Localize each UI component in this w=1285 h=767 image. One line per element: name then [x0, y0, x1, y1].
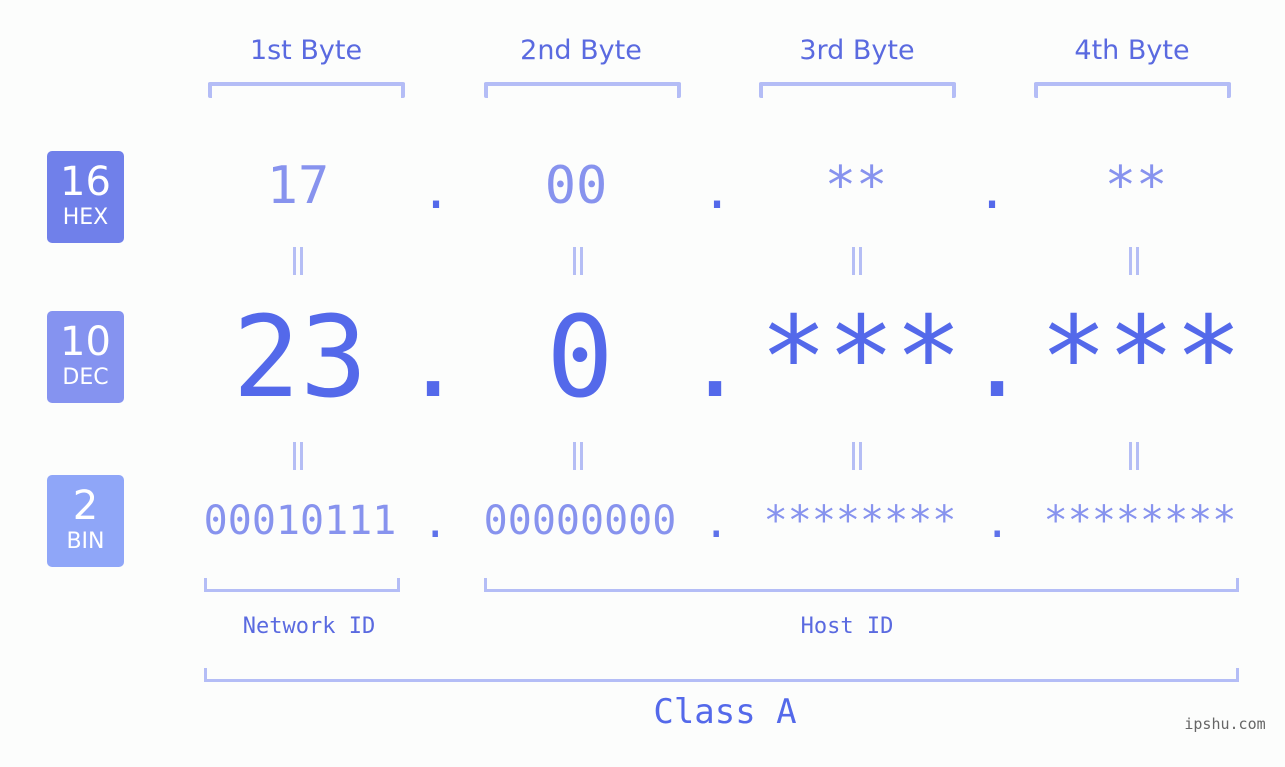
equals-icon: [573, 247, 583, 275]
dec-byte-4: ***: [1039, 293, 1243, 423]
bin-dot-3: .: [984, 497, 1011, 548]
equals-icon: [852, 247, 862, 275]
class-bracket: [204, 668, 1239, 682]
dec-byte-3: ***: [759, 293, 963, 423]
hex-dot-1: .: [421, 162, 452, 220]
dec-byte-1: 23: [232, 293, 368, 423]
byte-header-2: 2nd Byte: [520, 35, 642, 66]
network-id-bracket: [204, 578, 400, 592]
equals-icon: [293, 247, 303, 275]
host-id-bracket: [484, 578, 1239, 592]
equals-icon: [573, 442, 583, 470]
equals-icon: [852, 442, 862, 470]
byte-bracket-1: [208, 82, 405, 98]
bin-byte-2: 00000000: [483, 498, 677, 544]
network-id-label: Network ID: [242, 614, 376, 639]
byte-bracket-2: [484, 82, 681, 98]
hex-byte-3: **: [824, 156, 888, 216]
bin-byte-4: ********: [1043, 498, 1237, 544]
byte-header-3: 3rd Byte: [799, 35, 915, 66]
dec-byte-2: 0: [546, 293, 614, 423]
hex-base-label: HEX: [62, 205, 109, 230]
bin-base-number: 2: [72, 483, 99, 529]
bin-base-label: BIN: [66, 529, 105, 554]
bin-byte-3: ********: [763, 498, 957, 544]
bin-dot-2: .: [703, 497, 730, 548]
byte-header-4: 4th Byte: [1074, 35, 1190, 66]
hex-byte-4: **: [1104, 156, 1168, 216]
dec-base-number: 10: [60, 319, 111, 365]
byte-header-1: 1st Byte: [249, 35, 363, 66]
dec-base-label: DEC: [62, 365, 109, 390]
hex-badge: 16 HEX: [47, 151, 124, 243]
dec-dot-1: .: [403, 303, 464, 420]
dec-dot-3: .: [967, 303, 1028, 420]
equals-icon: [1129, 442, 1139, 470]
bin-badge: 2 BIN: [47, 475, 124, 567]
bin-dot-1: .: [422, 497, 449, 548]
hex-dot-3: .: [977, 162, 1008, 220]
bin-byte-1: 00010111: [203, 498, 397, 544]
byte-bracket-3: [759, 82, 956, 98]
byte-bracket-4: [1034, 82, 1231, 98]
equals-icon: [293, 442, 303, 470]
hex-byte-1: 17: [266, 156, 330, 216]
dec-badge: 10 DEC: [47, 311, 124, 403]
dec-dot-2: .: [685, 303, 746, 420]
hex-dot-2: .: [702, 162, 733, 220]
hex-byte-2: 00: [544, 156, 608, 216]
equals-icon: [1129, 247, 1139, 275]
hex-base-number: 16: [60, 159, 111, 205]
host-id-label: Host ID: [800, 614, 894, 639]
class-label: Class A: [653, 692, 797, 732]
watermark: ipshu.com: [1184, 715, 1266, 733]
